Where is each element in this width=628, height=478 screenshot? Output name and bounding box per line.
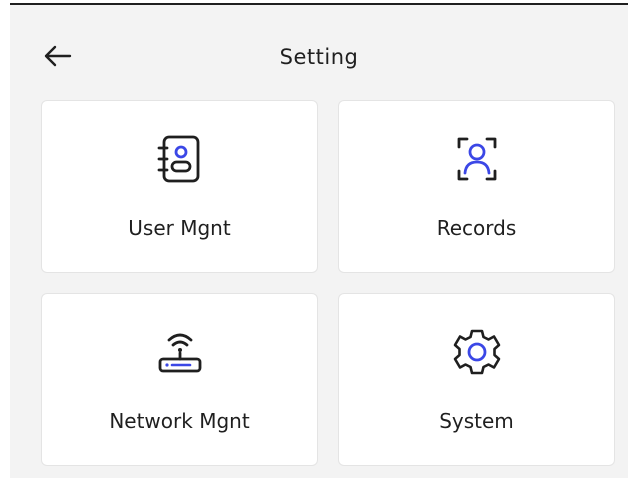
records-tile[interactable]: Records [338, 100, 615, 273]
tile-label: Network Mgnt [109, 409, 250, 433]
tile-label: Records [436, 216, 517, 240]
face-scan-icon [449, 131, 505, 187]
settings-screen: Setting User Mgnt Records Network Mgnt S… [10, 3, 628, 478]
page-title: Setting [279, 45, 359, 69]
tile-label: User Mgnt [128, 216, 231, 240]
user-card-icon [152, 131, 208, 187]
user-mgnt-tile[interactable]: User Mgnt [41, 100, 318, 273]
network-mgnt-tile[interactable]: Network Mgnt [41, 293, 318, 466]
tile-label: System [439, 409, 514, 433]
wifi-router-icon [152, 324, 208, 380]
system-tile[interactable]: System [338, 293, 615, 466]
gear-icon [449, 324, 505, 380]
header: Setting [10, 5, 628, 95]
